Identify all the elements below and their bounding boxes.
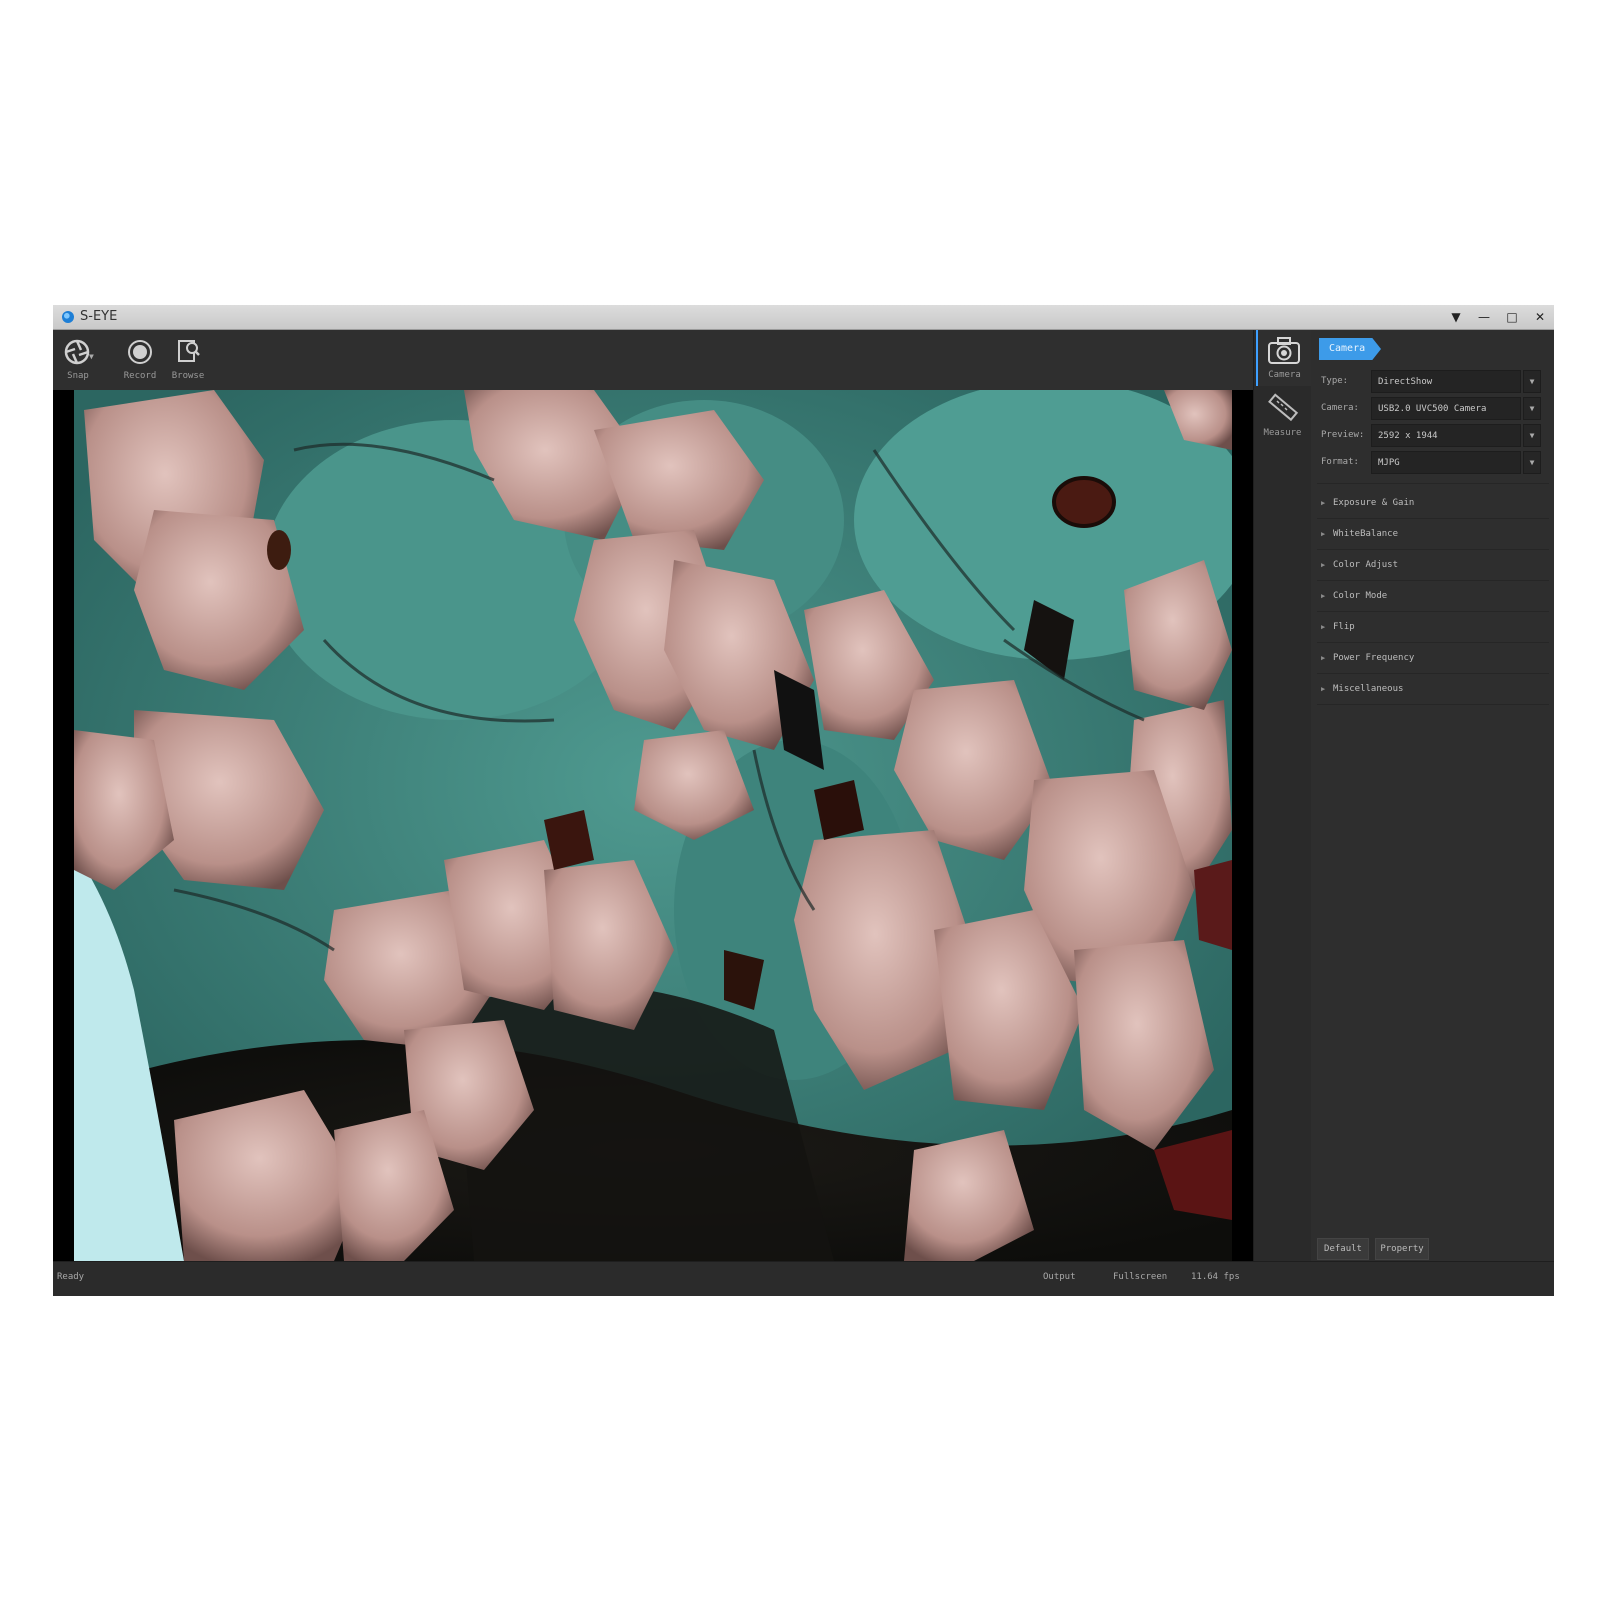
camera-field: Camera: USB2.0 UVC500 Camera ▼ [1319,397,1541,421]
section-label: Exposure & Gain [1333,498,1415,508]
status-bar: Ready Output Fullscreen 11.64 fps [53,1261,1554,1296]
nav-camera-label: Camera [1268,370,1301,380]
chevron-right-icon: ▶ [1321,499,1326,507]
camera-select[interactable]: USB2.0 UVC500 Camera [1371,397,1521,420]
snap-dropdown-caret-icon[interactable]: ▼ [89,352,94,361]
format-label: Format: [1321,457,1359,467]
aperture-icon [64,339,90,365]
fps-readout: 11.64 fps [1191,1272,1240,1282]
app-logo-icon [62,311,74,323]
nav-measure[interactable]: Measure [1256,388,1309,444]
status-text: Ready [57,1272,85,1282]
mineral-thin-section-image [74,390,1232,1261]
preview-resolution-select[interactable]: 2592 x 1944 [1371,424,1521,447]
record-button[interactable]: Record [115,338,165,386]
tab-camera[interactable]: Camera [1319,338,1381,360]
section-label: Flip [1333,622,1355,632]
type-select[interactable]: DirectShow [1371,370,1521,393]
browse-icon [178,340,200,362]
section-label: Color Mode [1333,591,1388,601]
chevron-right-icon: ▶ [1321,592,1326,600]
toolbar: ▼ Snap Record Browse [53,330,1253,390]
browse-label: Browse [171,371,205,381]
maximize-button[interactable]: □ [1499,307,1525,327]
camera-preview[interactable] [53,390,1253,1261]
format-field: Format: MJPG ▼ [1319,451,1541,475]
chevron-down-icon[interactable]: ▼ [1523,424,1541,447]
ruler-icon [1268,393,1299,422]
chevron-down-icon[interactable]: ▼ [1523,397,1541,420]
section-label: Miscellaneous [1333,684,1404,694]
preview-field: Preview: 2592 x 1944 ▼ [1319,424,1541,448]
output-button[interactable]: Output [1043,1272,1076,1282]
chevron-right-icon: ▶ [1321,654,1326,662]
camera-icon [1268,337,1300,364]
snap-label: Snap [67,371,89,381]
chevron-right-icon: ▶ [1321,623,1326,631]
title-bar: S-EYE ▼ — □ ✕ [53,305,1554,330]
browse-button[interactable]: Browse [163,338,213,386]
type-label: Type: [1321,376,1349,386]
chevron-right-icon: ▶ [1321,685,1326,693]
format-select[interactable]: MJPG [1371,451,1521,474]
preview-label: Preview: [1321,430,1365,440]
minimize-button[interactable]: — [1471,307,1497,327]
record-icon [128,340,152,364]
default-button[interactable]: Default [1317,1238,1369,1260]
section-color-mode[interactable]: ▶ Color Mode [1317,581,1549,612]
camera-settings-panel: Camera Type: DirectShow ▼ Camera: USB2.0… [1311,330,1554,1261]
type-field: Type: DirectShow ▼ [1319,370,1541,394]
section-power-frequency[interactable]: ▶ Power Frequency [1317,643,1549,674]
section-label: Color Adjust [1333,560,1399,570]
section-miscellaneous[interactable]: ▶ Miscellaneous [1317,674,1549,705]
property-button[interactable]: Property [1375,1238,1429,1260]
divider [1317,483,1549,484]
section-color-adjust[interactable]: ▶ Color Adjust [1317,550,1549,581]
microscope-image [74,390,1232,1261]
side-nav: Camera Measure [1253,330,1311,1261]
chevron-right-icon: ▶ [1321,530,1326,538]
nav-measure-label: Measure [1263,428,1302,438]
chevron-right-icon: ▶ [1321,561,1326,569]
snap-button[interactable]: ▼ Snap [53,338,103,386]
app-title: S-EYE [80,309,118,324]
section-exposure-gain[interactable]: ▶ Exposure & Gain [1317,488,1549,519]
nav-camera[interactable]: Camera [1256,330,1311,386]
section-whitebalance[interactable]: ▶ WhiteBalance [1317,519,1549,550]
app-window: S-EYE ▼ — □ ✕ ▼ Snap Record Browse Camer… [53,305,1554,1296]
section-label: WhiteBalance [1333,529,1399,539]
fullscreen-button[interactable]: Fullscreen [1113,1272,1167,1282]
section-flip[interactable]: ▶ Flip [1317,612,1549,643]
section-label: Power Frequency [1333,653,1415,663]
close-button[interactable]: ✕ [1527,307,1553,327]
dropdown-menu-button[interactable]: ▼ [1443,307,1469,327]
chevron-down-icon[interactable]: ▼ [1523,370,1541,393]
chevron-down-icon[interactable]: ▼ [1523,451,1541,474]
record-label: Record [123,371,157,381]
camera-label: Camera: [1321,403,1359,413]
